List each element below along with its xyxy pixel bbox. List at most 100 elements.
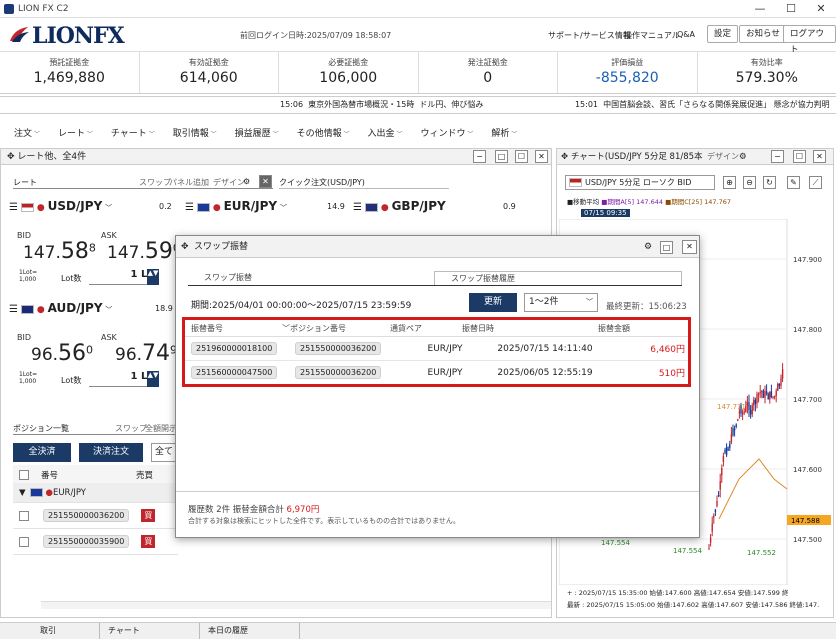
period-label: 期間:2025/04/01 00:00:00〜2025/07/15 23:59:… [191, 301, 412, 311]
menu-icon[interactable]: ☰ [9, 202, 18, 213]
au-flag-icon [20, 305, 34, 314]
restore-panel-icon[interactable]: □ [495, 150, 508, 163]
restore-panel-icon[interactable]: □ [660, 241, 673, 254]
refresh-icon[interactable]: ↻ [763, 176, 776, 189]
menu-chart[interactable]: チャート [111, 126, 155, 139]
manual-link[interactable]: 操作マニュアル [624, 30, 680, 41]
draw-icon[interactable]: ✎ [787, 176, 800, 189]
tab-pos-swap[interactable]: スワップ [115, 423, 147, 434]
tab-design[interactable]: デザイン [213, 177, 245, 188]
close-icon[interactable]: ✕ [682, 240, 697, 254]
candle-body [714, 509, 717, 513]
horizontal-scrollbar[interactable] [41, 601, 551, 609]
candle-body [716, 500, 718, 507]
eu-flag-icon [196, 203, 210, 212]
move-icon[interactable]: ✥ [1, 152, 15, 162]
bid-price[interactable]: 96.560 [31, 341, 93, 366]
tab-add-panel[interactable]: パネル追加 [169, 177, 209, 188]
tab-pos-disclose[interactable]: 全額開示 [145, 423, 177, 434]
menu-icon[interactable]: ☰ [185, 202, 194, 213]
tab-swap-history[interactable]: スワップ振替履歴 [434, 271, 682, 285]
group-row[interactable]: ▼ ● EUR/JPY [13, 483, 178, 503]
tab-swap[interactable]: スワップ [139, 177, 171, 188]
menu-trade-info[interactable]: 取引情報 [173, 126, 217, 139]
lot-stepper[interactable]: ▲▼ [147, 269, 159, 285]
menu-window[interactable]: ウィンドウ [420, 126, 473, 139]
gear-icon[interactable]: ⚙ [644, 236, 652, 258]
minimize-panel-icon[interactable]: − [771, 150, 784, 163]
maximize-panel-icon[interactable]: ☐ [515, 150, 528, 163]
notice-button[interactable]: お知らせ [739, 25, 787, 43]
zoom-in-icon[interactable]: ⊕ [723, 176, 736, 189]
quick-order-tab[interactable]: クイック注文(USD/JPY) [279, 177, 449, 189]
rate-tile-gbpjpy[interactable]: ☰ ● GBP/JPY 0.9 [353, 199, 531, 229]
select-all-checkbox[interactable] [19, 469, 29, 480]
close-panel-icon[interactable]: ✕ [535, 150, 548, 163]
minimize-panel-icon[interactable]: − [473, 150, 486, 163]
current-price-label: 147.588 [791, 517, 820, 525]
rate-tile-eurjpy[interactable]: ☰ ● EUR/JPY ﹀ 14.9 [185, 199, 363, 229]
red-dot-icon: ● [380, 203, 389, 213]
row-checkbox[interactable] [19, 510, 29, 521]
tab-swap-transfer[interactable]: スワップ振替 [188, 271, 434, 285]
close-icon[interactable]: ✕ [259, 175, 272, 188]
filter-select[interactable]: 全て [151, 443, 177, 462]
bottom-tab-trade[interactable]: 取引 [0, 623, 100, 639]
tab-rate[interactable]: レート [13, 178, 37, 187]
rate-tile-audjpy[interactable]: ☰ ● AUD/JPY ﹀ 18.9 BID ASK 96.560 96.749 … [9, 301, 187, 391]
dialog-title: スワップ振替 [194, 242, 249, 252]
menu-other[interactable]: その他情報 [297, 126, 350, 139]
candle-body [735, 424, 737, 427]
candle-body [733, 428, 736, 431]
menu-order[interactable]: 注文 [14, 126, 40, 139]
move-icon[interactable]: ✥ [557, 152, 568, 162]
menu-deposit[interactable]: 入出金 [368, 126, 403, 139]
logout-button[interactable]: ログアウト [783, 25, 836, 55]
menu-icon[interactable]: ☰ [353, 202, 362, 213]
ask-price[interactable]: 96.749 [115, 341, 177, 366]
close-order-button[interactable]: 決済注文 [79, 443, 143, 462]
close-panel-icon[interactable]: ✕ [813, 150, 826, 163]
line-tool-icon[interactable]: ⟋ [809, 176, 822, 189]
rate-tile-usdjpy[interactable]: ☰ ● USD/JPY ﹀0.2 BID ASK 147.588 147.590… [9, 199, 187, 289]
lot-stepper[interactable]: ▲▼ [147, 371, 159, 387]
last-update: 最終更新：15:06:23 [606, 302, 687, 312]
chart-symbol-select[interactable]: USD/JPY 5分足 ローソク BID [565, 175, 715, 190]
title-bar: LION FX C2 [0, 0, 836, 18]
news-ticker[interactable]: 15:06 東京外国為替市場概況・15時 ドル円、伸び悩み 15:01 中国首脳… [0, 96, 836, 114]
support-link[interactable]: サポート/サービス情報 [548, 30, 631, 41]
menu-analysis[interactable]: 解析 [491, 126, 517, 139]
move-icon[interactable]: ✥ [181, 236, 189, 258]
update-button[interactable]: 更新 [469, 293, 517, 312]
row-checkbox[interactable] [19, 536, 29, 547]
candle-body [765, 391, 768, 394]
bottom-tab-chart[interactable]: チャート [100, 623, 200, 639]
count-select[interactable]: 1〜2件 ﹀ [524, 293, 598, 312]
table-row[interactable]: 251550000035900 買 [13, 529, 178, 555]
price-tick-label: 147.700 [793, 396, 822, 404]
tab-positions[interactable]: ポジション一覧 [13, 424, 69, 433]
table-row[interactable]: 251550000036200 買 [13, 503, 178, 529]
total-note: 合計する対象は検索にヒットした全件です。表示しているものの合計ではありません。 [188, 517, 460, 525]
maximize-button[interactable]: ☐ [776, 0, 806, 18]
candle-body [727, 449, 729, 451]
candle-body [730, 434, 733, 443]
ask-price[interactable]: 147.590 [107, 239, 180, 264]
menu-icon[interactable]: ☰ [9, 304, 18, 315]
bid-price[interactable]: 147.588 [23, 239, 96, 264]
menu-rate[interactable]: レート [58, 126, 93, 139]
menu-pl-history[interactable]: 損益履歴 [235, 126, 279, 139]
chart-panel-header: ✥ チャート(USD/JPY 5分足 81/85本 デザイン ⚙ − ☐ ✕ [557, 149, 833, 165]
positions-header: 番号 売買 [13, 465, 178, 485]
bottom-tab-history[interactable]: 本日の履歴 [200, 623, 300, 639]
close-all-button[interactable]: 全決済 [13, 443, 71, 462]
maximize-panel-icon[interactable]: ☐ [793, 150, 806, 163]
faq-link[interactable]: Q&A [677, 30, 695, 39]
settings-button[interactable]: 設定 [707, 25, 739, 43]
zoom-out-icon[interactable]: ⊖ [743, 176, 756, 189]
candle-body [751, 405, 753, 415]
minimize-button[interactable]: — [745, 0, 775, 18]
gear-icon[interactable]: ⚙ [739, 149, 747, 165]
gear-icon[interactable]: ⚙ [243, 177, 250, 186]
close-button[interactable]: ✕ [806, 0, 836, 18]
